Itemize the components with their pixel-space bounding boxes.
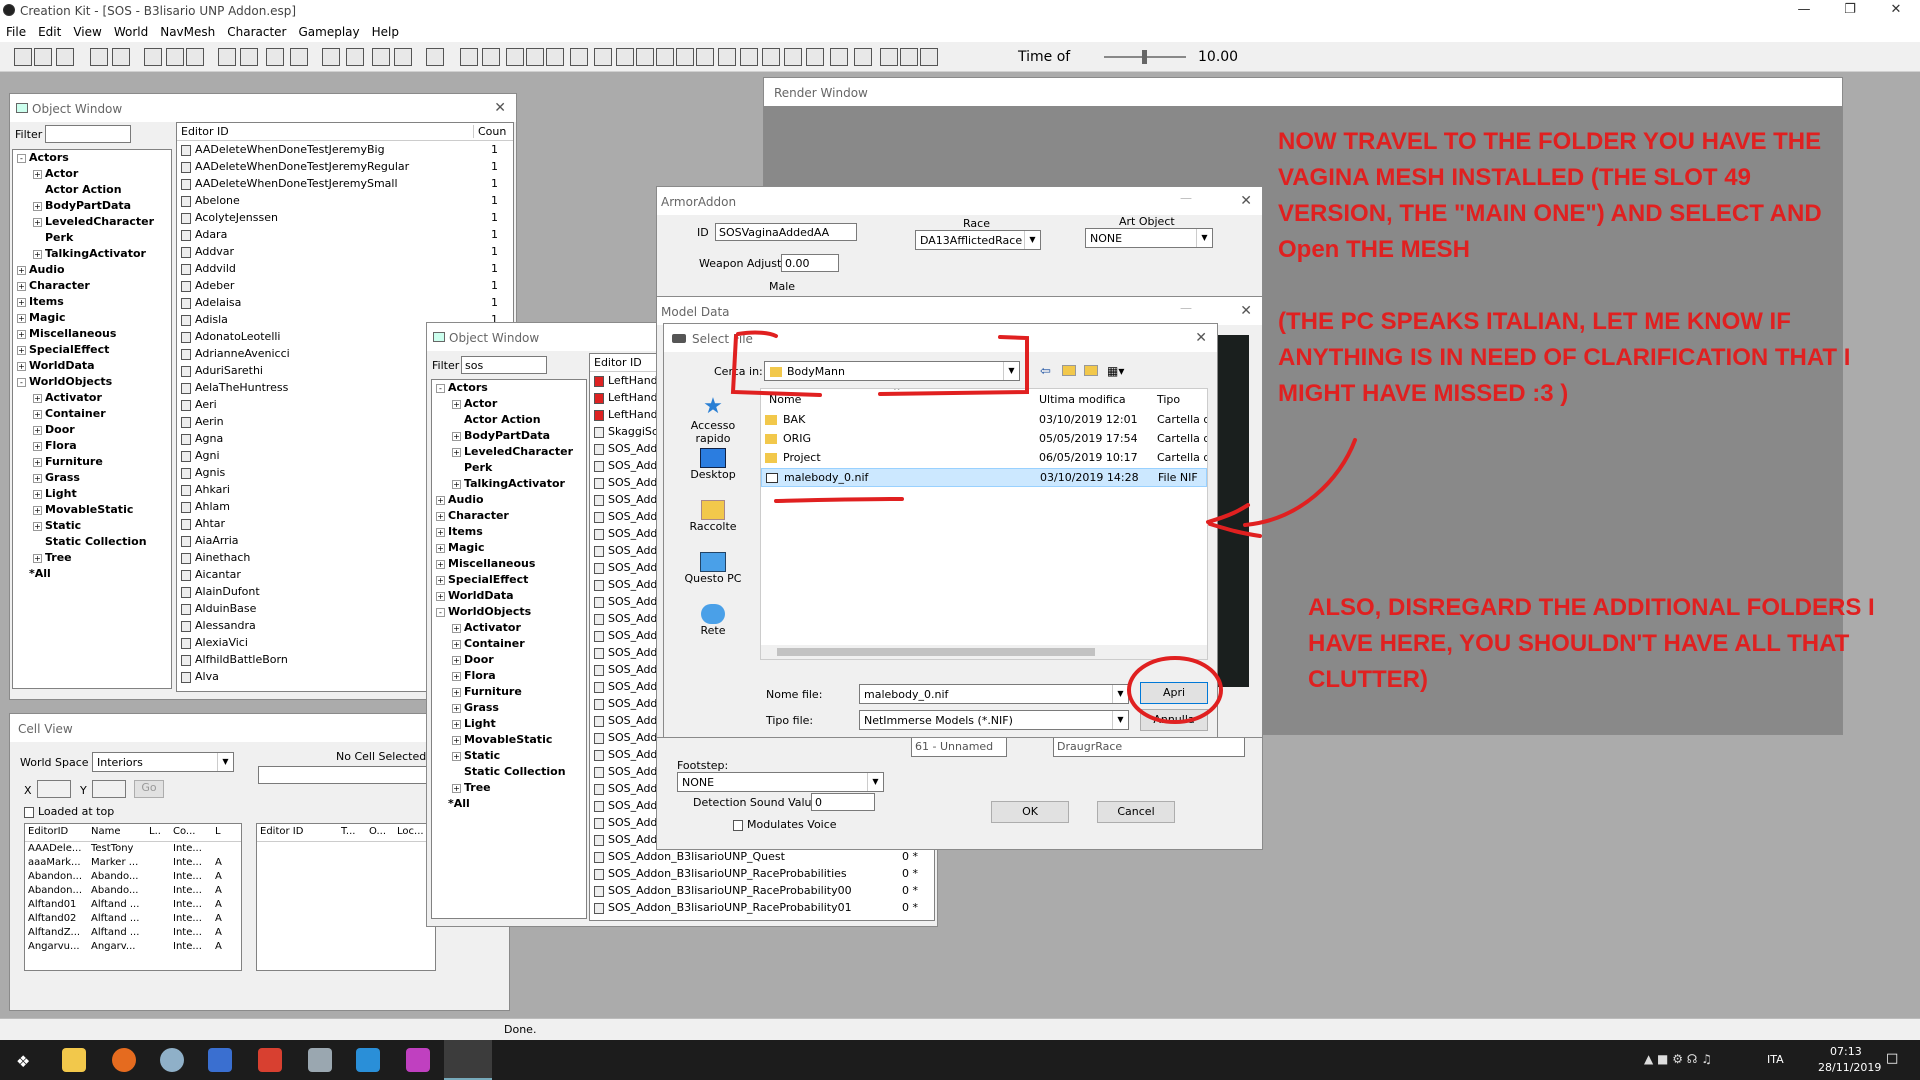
highlight-look-in: [730, 330, 1029, 397]
language-indicator[interactable]: ITA: [1767, 1053, 1784, 1066]
taskbar: ❖ ▲ ■ ⚙ ☊ ♫ ITA 07:13 28/11/2019 □: [0, 1040, 1920, 1080]
firefox-icon[interactable]: [112, 1048, 136, 1072]
status-text: Done.: [504, 1023, 537, 1036]
steam-icon[interactable]: [160, 1048, 184, 1072]
file-explorer-icon[interactable]: [62, 1048, 86, 1072]
annotation-text-2: (THE PC SPEAKS ITALIAN, LET ME KNOW IF AN…: [1278, 308, 1851, 407]
app-icon-window[interactable]: [356, 1048, 380, 1072]
tray-icons[interactable]: ▲ ■ ⚙ ☊ ♫: [1644, 1052, 1712, 1066]
annotation-text-1: NOW TRAVEL TO THE FOLDER YOU HAVE THE VAG…: [1278, 128, 1822, 263]
notifications-icon[interactable]: □: [1886, 1051, 1898, 1066]
annotation-text-3: ALSO, DISREGARD THE ADDITIONAL FOLDERS I…: [1308, 594, 1875, 693]
start-icon[interactable]: ❖: [16, 1052, 30, 1071]
arrow-to-list: [1206, 438, 1357, 538]
circle-open-button: [1127, 656, 1223, 724]
clock-time[interactable]: 07:13: [1830, 1045, 1862, 1058]
app-icon-gray[interactable]: [308, 1048, 332, 1072]
status-bar: Done.: [0, 1018, 1920, 1040]
clock-date[interactable]: 28/11/2019: [1818, 1061, 1881, 1074]
underline-file: [774, 497, 904, 503]
app-icon-blue[interactable]: [208, 1048, 232, 1072]
creation-kit-taskbar-item[interactable]: [444, 1040, 492, 1080]
app-icon-color[interactable]: [406, 1048, 430, 1072]
app-icon-red[interactable]: [258, 1048, 282, 1072]
